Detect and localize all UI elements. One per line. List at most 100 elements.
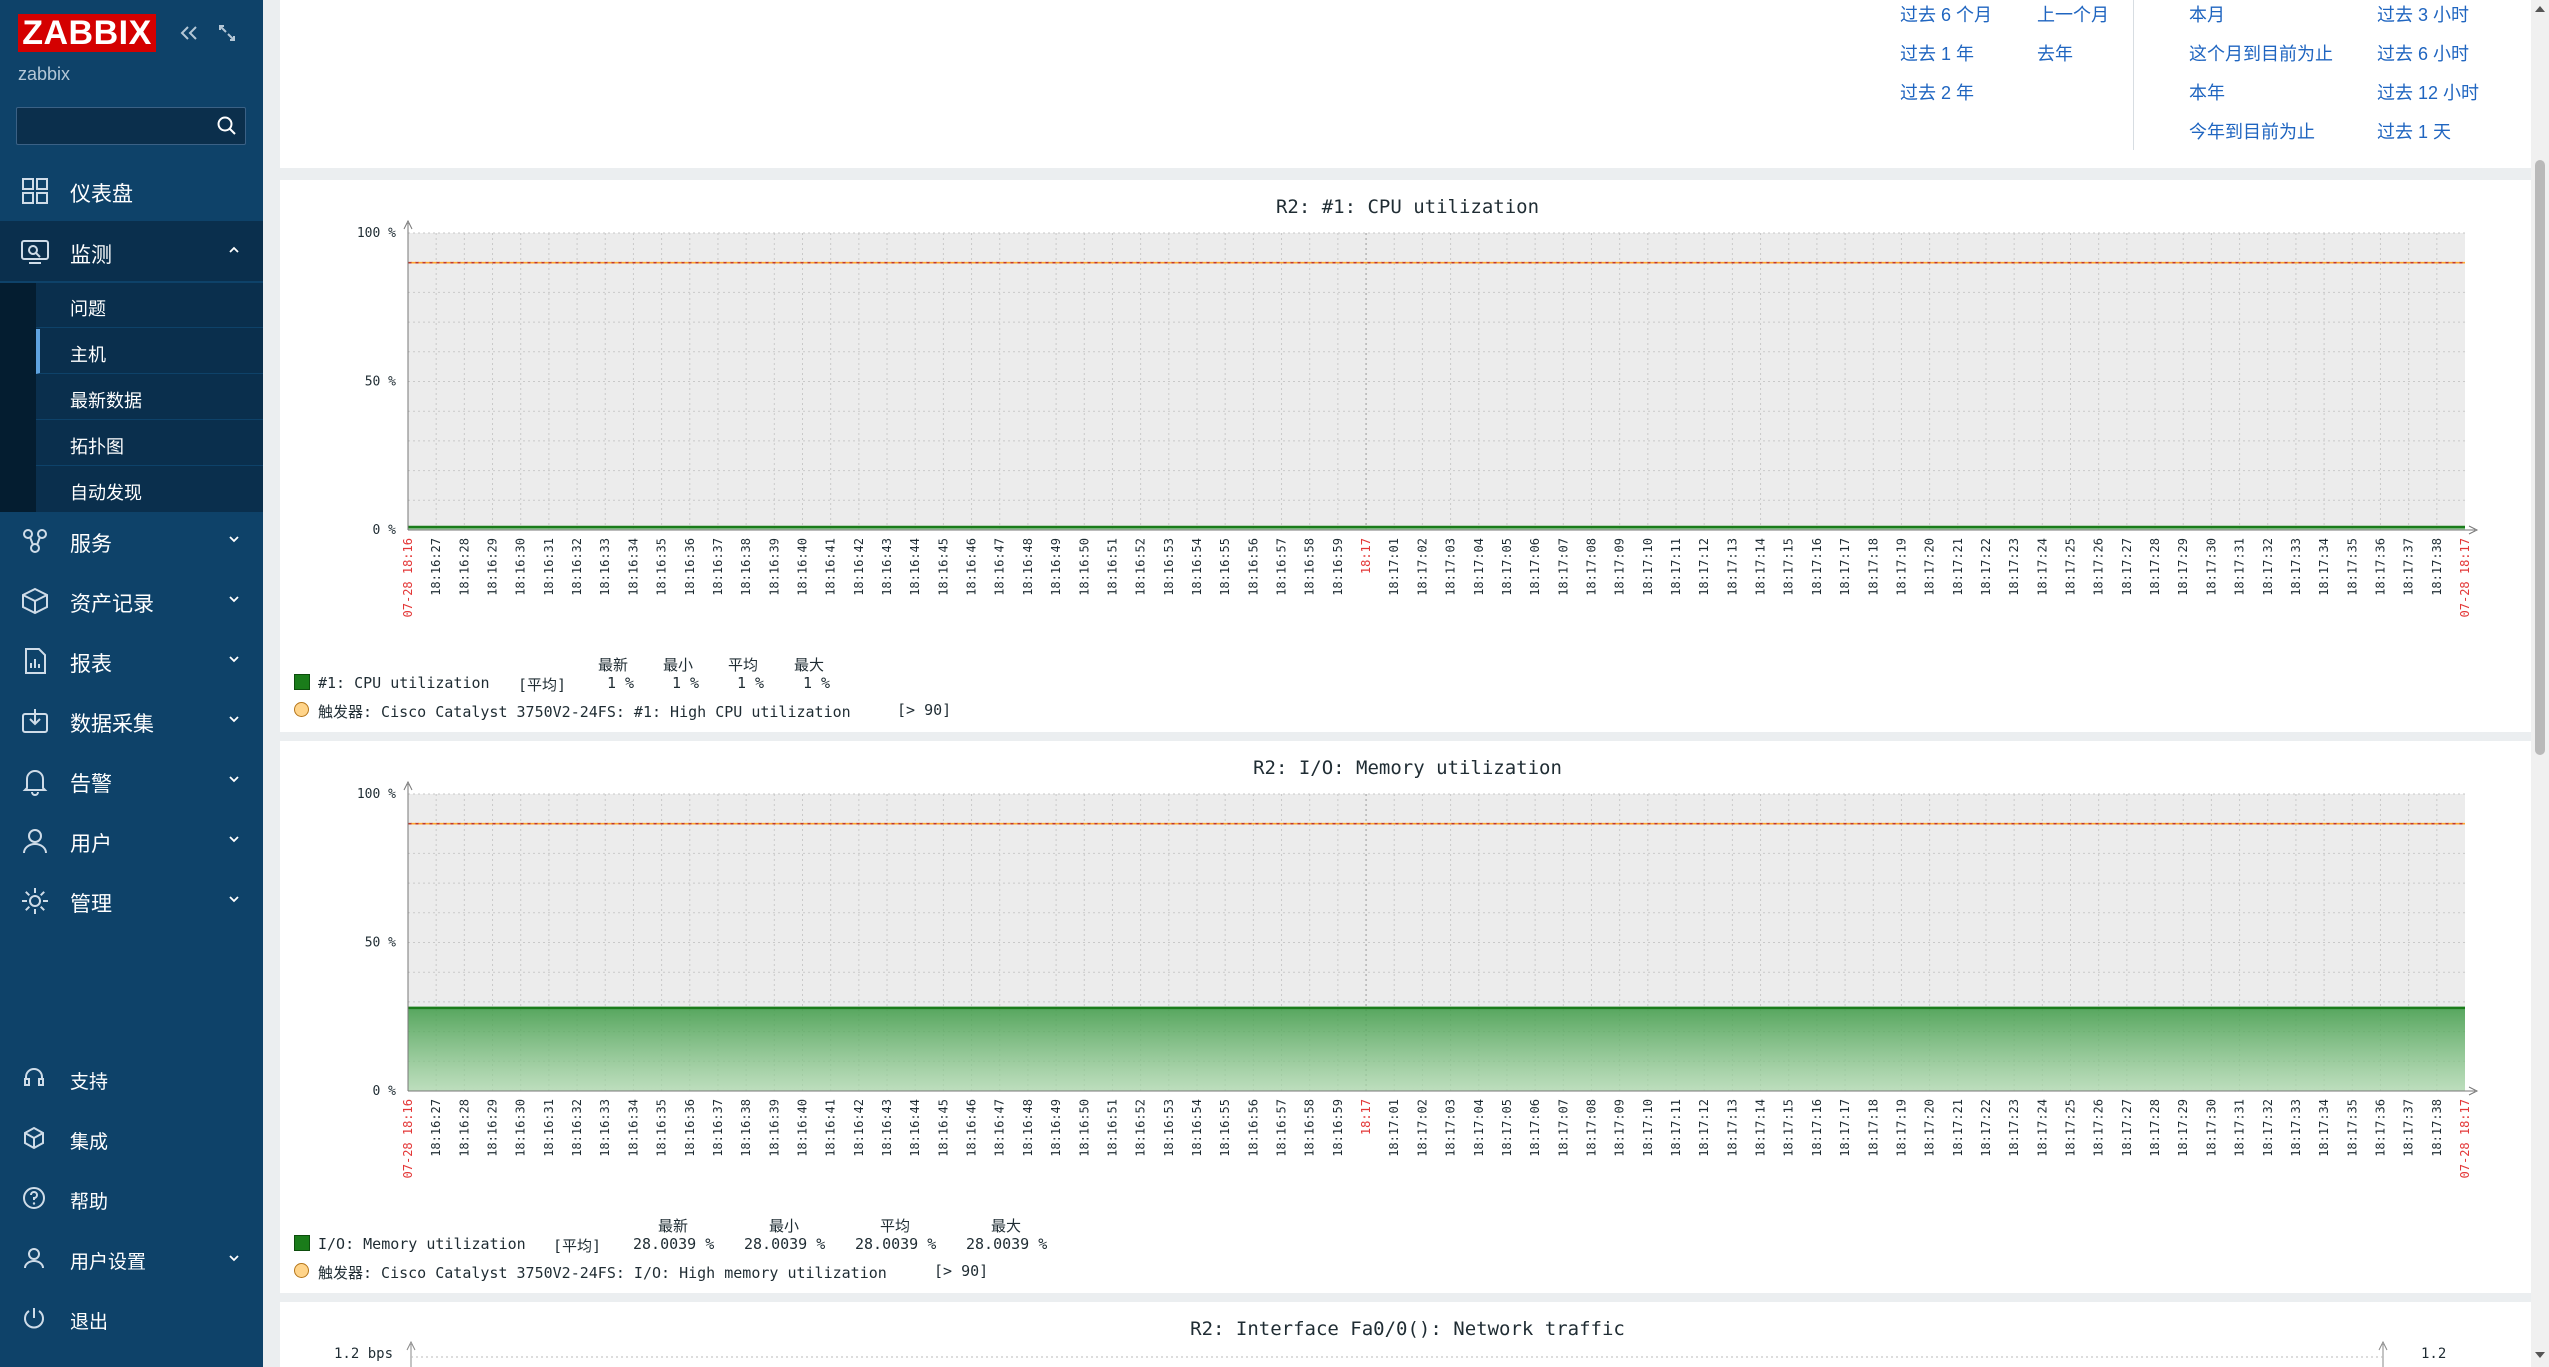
x-tick-label: 18:16:38 [739,1099,753,1157]
legend-trigger-label: 触发器: Cisco Catalyst 3750V2-24FS: #1: Hig… [318,703,851,721]
page-scrollbar[interactable] [2531,0,2549,1367]
time-preset-link[interactable]: 过去 2 年 [1900,78,1992,117]
nav-reports[interactable]: 报表 [0,630,263,690]
legend-value-max: 1 % [803,674,831,692]
nav-support[interactable]: 支持 [0,1049,263,1107]
inventory-icon [22,587,48,615]
time-preset-link[interactable]: 过去 1 年 [1900,39,1992,78]
search-icon[interactable] [215,114,239,138]
collapse-sidebar-icon[interactable] [178,22,200,44]
x-tick-label: 18:17:03 [1444,538,1458,596]
y-tick-label: 50 % [365,375,396,390]
x-tick-label: 18:17:04 [1472,1099,1486,1157]
nav-label: 告警 [70,773,112,796]
x-tick-label: 18:17:08 [1584,1099,1598,1157]
x-tick-label: 18:17:32 [2261,1099,2275,1157]
time-preset-link[interactable]: 过去 3 小时 [2377,0,2479,39]
memory-graph-canvas[interactable]: 100 % 50 % 0 % 18:16:27 18:16:28 18:16:29 18:1… [280,741,2535,1201]
nav-sign-out[interactable]: 退出 [0,1289,263,1347]
y-tick-label: 0 % [373,523,397,538]
nav-label: 资产记录 [70,593,154,616]
submenu-discovery[interactable]: 自动发现 [36,467,263,512]
nav-monitoring[interactable]: 监测 [0,221,263,281]
x-tick-label: 18:17:21 [1951,1099,1965,1157]
x-tick-label: 18:17:05 [1500,538,1514,596]
nav-label: 支持 [70,1072,109,1093]
scroll-up-icon[interactable] [2534,4,2546,14]
scroll-down-icon[interactable] [2534,1350,2546,1360]
x-tick-label: 18:16:46 [965,538,979,596]
x-tick-label: 18:16:28 [457,1099,471,1157]
x-tick-label: 18:16:49 [1049,1099,1063,1157]
nav-label: 监测 [70,244,112,267]
nav-dashboard[interactable]: 仪表盘 [0,160,263,220]
legend-value-min: 28.0039 % [744,1235,826,1253]
submenu-latest-data[interactable]: 最新数据 [36,375,263,420]
x-tick-label: 18:17:15 [1782,538,1796,596]
nav-inventory[interactable]: 资产记录 [0,570,263,630]
nav-label: 用户 [70,833,112,856]
submenu-problems[interactable]: 问题 [36,283,263,328]
x-tick-label: 18:17:27 [2120,538,2134,596]
time-preset-link[interactable]: 过去 6 个月 [1900,0,1992,39]
scroll-thumb[interactable] [2535,160,2545,755]
x-tick-label: 18:17:08 [1584,538,1598,596]
x-tick-label: 18:16:48 [1021,538,1035,596]
nav-help[interactable]: 帮助 [0,1169,263,1227]
submenu-hosts[interactable]: 主机 [36,329,263,374]
x-tick-label: 18:17:36 [2373,1099,2387,1157]
network-graph-canvas[interactable] [280,1302,2535,1367]
server-name: zabbix [18,64,71,84]
x-tick-label: 18:16:43 [880,1099,894,1157]
x-tick-label: 18:16:52 [1134,1099,1148,1157]
nav-data-collection[interactable]: 数据采集 [0,690,263,750]
time-preset-link[interactable]: 过去 1 天 [2377,117,2479,156]
time-presets-col3: 本月 这个月到目前为止 本年 今年到目前为止 [2189,0,2333,156]
x-tick-label: 18:17:10 [1641,538,1655,596]
plot-area [408,233,2465,530]
nav-label: 用户设置 [70,1252,147,1273]
nav-user-settings[interactable]: 用户设置 [0,1229,263,1287]
legend-value-last: 28.0039 % [633,1235,715,1253]
submenu-maps[interactable]: 拓扑图 [36,421,263,466]
integrations-icon [24,1126,44,1150]
sidebar: ZABBIX zabbix 仪表盘 监测 问题 主机 最新数据 拓扑图 自动发现… [0,0,263,1367]
time-preset-link[interactable]: 本月 [2189,0,2333,39]
nav-services[interactable]: 服务 [0,510,263,570]
x-tick-label: 18:16:59 [1331,538,1345,596]
nav-users[interactable]: 用户 [0,810,263,870]
x-tick-label: 18:16:29 [486,538,500,596]
nav-integrations[interactable]: 集成 [0,1109,263,1167]
kiosk-mode-icon[interactable] [216,22,238,44]
time-preset-link[interactable]: 过去 12 小时 [2377,78,2479,117]
time-preset-link[interactable]: 今年到目前为止 [2189,117,2333,156]
nav-label: 报表 [70,653,112,676]
x-tick-label: 18:16:35 [655,1099,669,1157]
x-tick-label: 18:16:44 [908,538,922,596]
cpu-graph-canvas[interactable]: 100 % 50 % 0 % 18:16:27 18:16:28 18:16:29 18:1… [280,180,2535,640]
x-tick-label: 18:16:30 [514,1099,528,1157]
legend-header-last: 最新 [598,656,629,674]
legend-value-max: 28.0039 % [966,1235,1048,1253]
x-tick-label: 18:17:13 [1725,1099,1739,1157]
x-tick-label: 18:17:04 [1472,538,1486,596]
nav-alerts[interactable]: 告警 [0,750,263,810]
nav-label: 仪表盘 [70,183,133,206]
x-tick-label: 18:17:10 [1641,1099,1655,1157]
time-preset-link[interactable]: 过去 6 小时 [2377,39,2479,78]
search-input[interactable] [16,107,246,145]
legend-header-avg: 平均 [728,656,759,674]
nav-administration[interactable]: 管理 [0,870,263,930]
x-tick-label: 18:16:53 [1162,538,1176,596]
time-preset-link[interactable]: 这个月到目前为止 [2189,39,2333,78]
x-tick-label: 18:17:37 [2402,1099,2416,1157]
time-preset-link[interactable]: 本年 [2189,78,2333,117]
x-tick-label: 18:17:23 [2007,1099,2021,1157]
submenu-label: 问题 [70,299,106,319]
time-preset-link[interactable]: 去年 [2037,39,2109,78]
zabbix-logo[interactable]: ZABBIX [18,14,156,52]
x-tick-label: 18:17:20 [1923,1099,1937,1157]
time-preset-link[interactable]: 上一个月 [2037,0,2109,39]
x-tick-label: 18:16:39 [767,538,781,596]
x-tick-label: 18:17:27 [2120,1099,2134,1157]
